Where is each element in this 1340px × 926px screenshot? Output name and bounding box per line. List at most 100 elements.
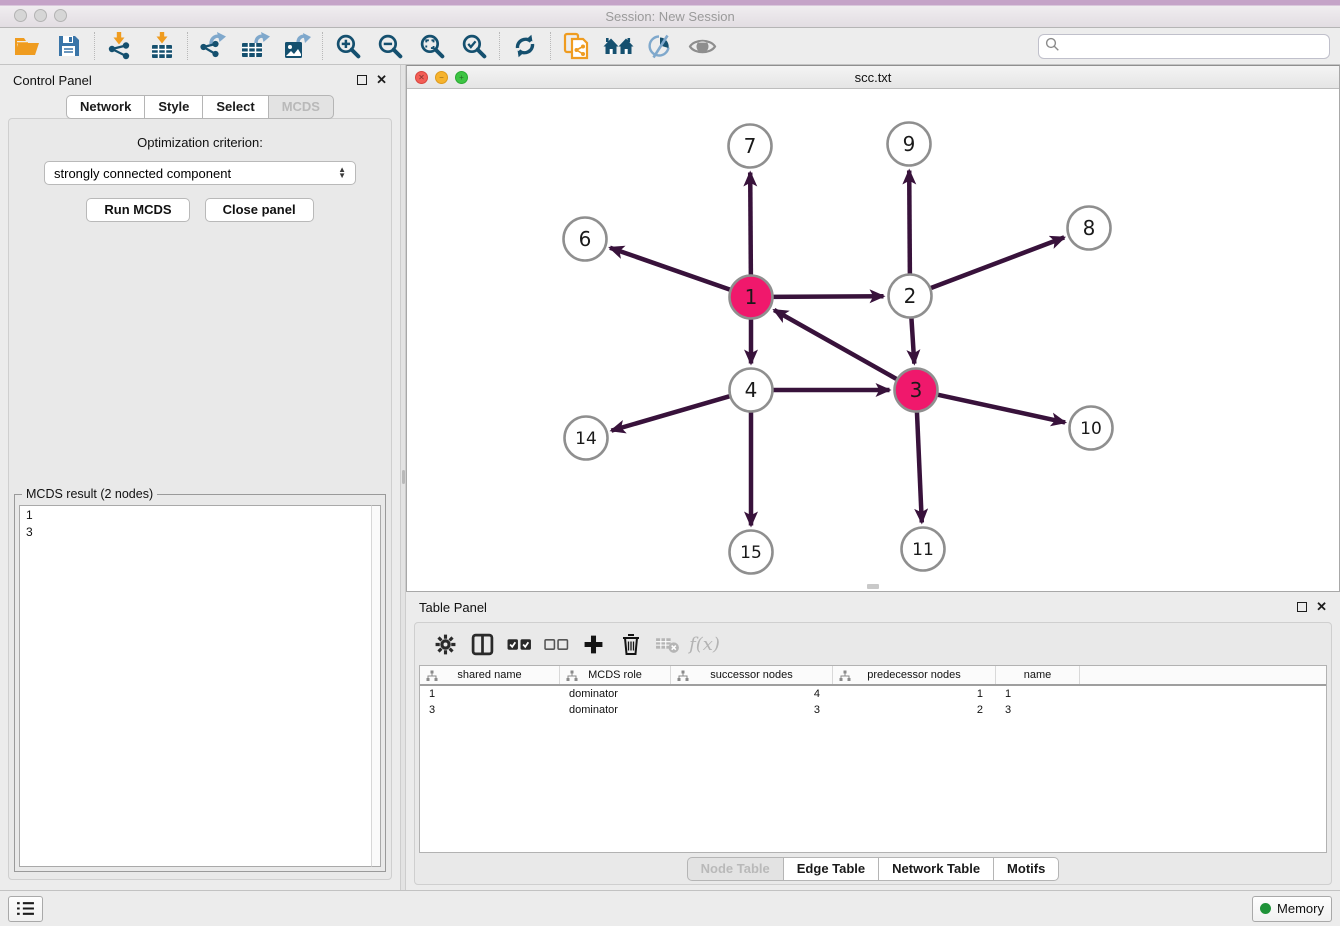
open-session-button[interactable] bbox=[6, 30, 48, 62]
mcds-panel: Optimization criterion: strongly connect… bbox=[8, 118, 392, 880]
duplicate-network-icon bbox=[563, 32, 590, 61]
nested-network-button[interactable] bbox=[597, 30, 639, 62]
export-image-icon bbox=[283, 33, 311, 60]
network-canvas[interactable]: 7 9 6 8 1 2 4 3 14 10 15 11 bbox=[407, 89, 1339, 591]
run-mcds-button[interactable]: Run MCDS bbox=[86, 198, 189, 222]
column-selector-button[interactable] bbox=[464, 628, 501, 660]
tab-motifs[interactable]: Motifs bbox=[993, 857, 1059, 881]
node-8[interactable]: 8 bbox=[1068, 207, 1111, 250]
zoom-in-icon bbox=[335, 33, 362, 60]
column-header-shared-name[interactable]: shared name bbox=[420, 666, 560, 684]
tab-select[interactable]: Select bbox=[202, 95, 267, 119]
zoom-window-button[interactable] bbox=[54, 9, 67, 22]
edge-1-6[interactable] bbox=[610, 248, 734, 291]
column-header-label: predecessor nodes bbox=[867, 669, 961, 681]
network-minimize-button[interactable]: − bbox=[435, 71, 448, 84]
tab-network-table[interactable]: Network Table bbox=[878, 857, 993, 881]
node-2[interactable]: 2 bbox=[889, 275, 932, 318]
column-header-predecessor-nodes[interactable]: predecessor nodes bbox=[833, 666, 996, 684]
column-header-successor-nodes[interactable]: successor nodes bbox=[671, 666, 833, 684]
node-6[interactable]: 6 bbox=[564, 218, 607, 261]
network-resize-handle[interactable] bbox=[867, 584, 879, 589]
memory-button[interactable]: Memory bbox=[1252, 896, 1332, 922]
close-window-button[interactable] bbox=[14, 9, 27, 22]
column-selector-icon bbox=[471, 633, 494, 656]
tab-style[interactable]: Style bbox=[144, 95, 202, 119]
float-panel-icon[interactable] bbox=[357, 75, 367, 85]
zoom-fit-icon bbox=[419, 33, 446, 60]
edge-2-8[interactable] bbox=[927, 237, 1064, 289]
table-row[interactable]: 3dominator323 bbox=[420, 702, 1326, 718]
zoom-out-button[interactable] bbox=[369, 30, 411, 62]
edge-3-1[interactable] bbox=[774, 310, 900, 381]
export-image-button[interactable] bbox=[276, 30, 318, 62]
edge-1-7[interactable] bbox=[750, 173, 751, 279]
delete-column-icon bbox=[621, 633, 641, 656]
node-table: shared name MCDS rolesuccessor nodes prede… bbox=[419, 665, 1327, 853]
search-box[interactable] bbox=[1038, 34, 1330, 59]
tab-node-table[interactable]: Node Table bbox=[687, 857, 783, 881]
network-zoom-button[interactable]: + bbox=[455, 71, 468, 84]
close-panel-icon[interactable]: ✕ bbox=[376, 75, 387, 85]
select-all-button[interactable] bbox=[501, 628, 538, 660]
settings-gear-button[interactable] bbox=[427, 628, 464, 660]
save-session-button[interactable] bbox=[48, 30, 90, 62]
window-controls bbox=[14, 9, 67, 22]
duplicate-network-button[interactable] bbox=[555, 30, 597, 62]
node-4[interactable]: 4 bbox=[730, 369, 773, 412]
column-header-name[interactable]: name bbox=[996, 666, 1080, 684]
column-header-mcds-role[interactable]: MCDS role bbox=[560, 666, 671, 684]
svg-text:15: 15 bbox=[740, 543, 762, 563]
export-network-button[interactable] bbox=[192, 30, 234, 62]
column-header-label: shared name bbox=[457, 669, 521, 681]
node-14[interactable]: 14 bbox=[565, 417, 608, 460]
zoom-selected-button[interactable] bbox=[453, 30, 495, 62]
window-titlebar: Session: New Session bbox=[0, 0, 1340, 28]
network-close-button[interactable]: ✕ bbox=[415, 71, 428, 84]
search-input[interactable] bbox=[1060, 39, 1323, 54]
export-table-button[interactable] bbox=[234, 30, 276, 62]
tab-mcds[interactable]: MCDS bbox=[268, 95, 334, 119]
float-table-panel-icon[interactable] bbox=[1297, 602, 1307, 612]
hide-graphics-button[interactable] bbox=[639, 30, 681, 62]
table-row[interactable]: 1dominator411 bbox=[420, 686, 1326, 702]
tab-edge-table[interactable]: Edge Table bbox=[783, 857, 878, 881]
result-scrollbar[interactable] bbox=[371, 505, 381, 867]
tab-network[interactable]: Network bbox=[66, 95, 144, 119]
edge-3-11[interactable] bbox=[917, 409, 922, 523]
deselect-all-icon bbox=[544, 637, 569, 652]
show-details-button[interactable] bbox=[681, 30, 723, 62]
zoom-in-button[interactable] bbox=[327, 30, 369, 62]
node-15[interactable]: 15 bbox=[730, 531, 773, 574]
node-11[interactable]: 11 bbox=[902, 528, 945, 571]
import-table-button[interactable] bbox=[141, 30, 183, 62]
import-network-button[interactable] bbox=[99, 30, 141, 62]
deselect-all-button[interactable] bbox=[538, 628, 575, 660]
edge-2-9[interactable] bbox=[909, 171, 910, 278]
table-cell: 3 bbox=[671, 704, 833, 716]
edge-2-3[interactable] bbox=[911, 315, 914, 364]
minimize-window-button[interactable] bbox=[34, 9, 47, 22]
refresh-button[interactable] bbox=[504, 30, 546, 62]
save-session-icon bbox=[57, 34, 81, 58]
splitter-handle-icon[interactable] bbox=[402, 470, 406, 484]
import-network-icon bbox=[107, 32, 133, 60]
node-1[interactable]: 1 bbox=[730, 276, 773, 319]
create-column-button[interactable] bbox=[575, 628, 612, 660]
edge-3-10[interactable] bbox=[934, 394, 1065, 423]
node-10[interactable]: 10 bbox=[1070, 407, 1113, 450]
edge-4-14[interactable] bbox=[611, 395, 733, 430]
edge-1-2[interactable] bbox=[770, 296, 884, 297]
node-9[interactable]: 9 bbox=[888, 123, 931, 166]
criterion-dropdown[interactable]: strongly connected component ▲▼ bbox=[44, 161, 356, 185]
close-panel-button[interactable]: Close panel bbox=[205, 198, 314, 222]
node-3[interactable]: 3 bbox=[895, 369, 938, 412]
close-table-panel-icon[interactable]: ✕ bbox=[1316, 602, 1327, 612]
task-history-button[interactable] bbox=[8, 896, 43, 922]
zoom-fit-button[interactable] bbox=[411, 30, 453, 62]
node-7[interactable]: 7 bbox=[729, 125, 772, 168]
table-cell: 3 bbox=[420, 704, 560, 716]
mcds-result-line: 1 bbox=[26, 507, 374, 524]
network-window-titlebar: ✕ − + scc.txt bbox=[407, 66, 1339, 89]
delete-column-button[interactable] bbox=[612, 628, 649, 660]
